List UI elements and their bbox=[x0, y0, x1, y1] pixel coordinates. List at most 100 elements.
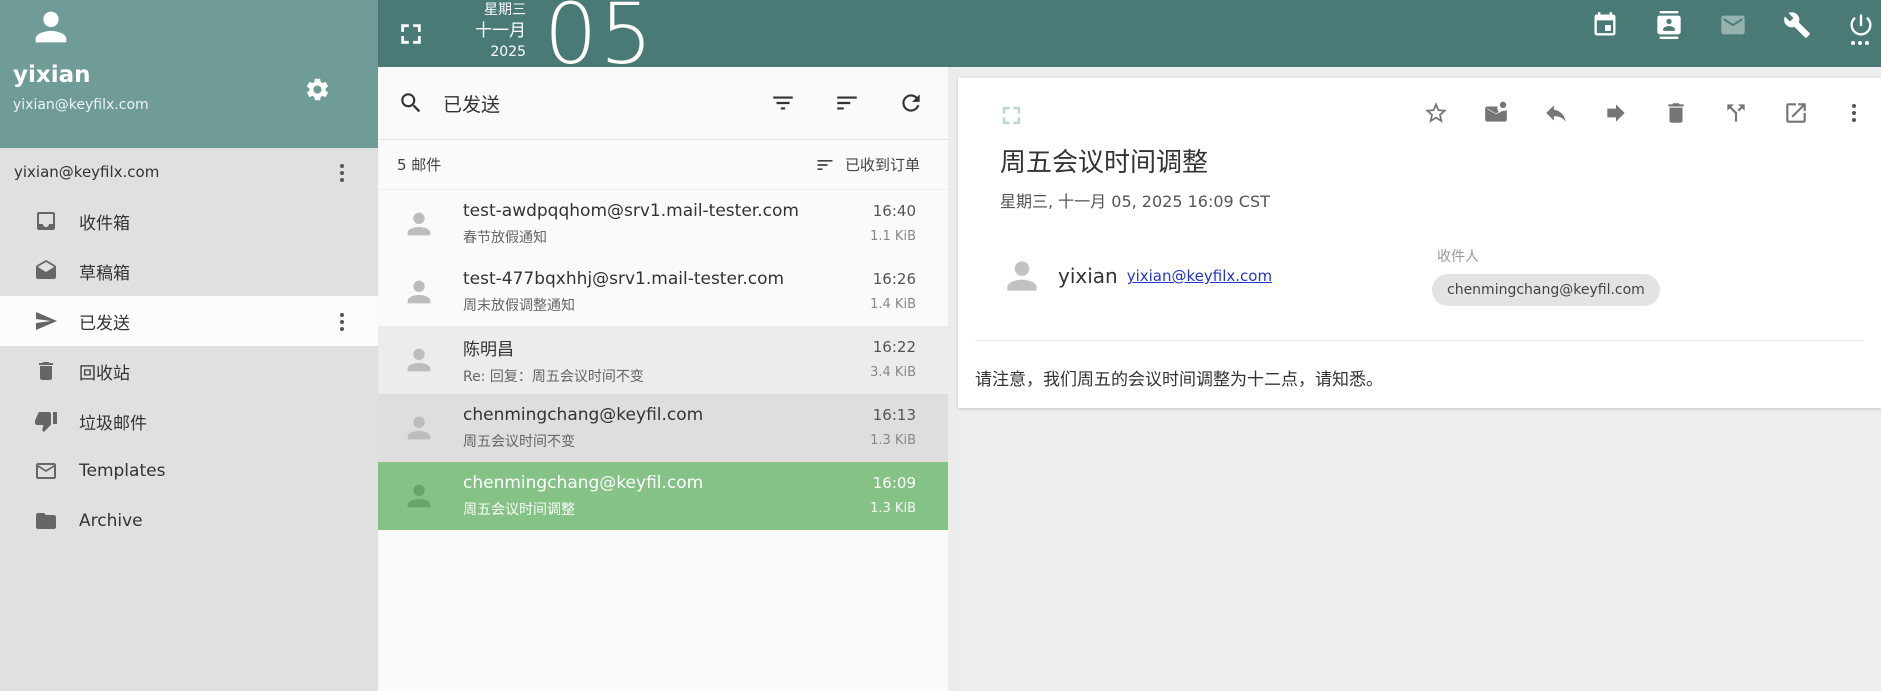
message-row[interactable]: chenmingchang@keyfil.com 周五会议时间不变 16:13 … bbox=[378, 394, 948, 462]
sidebar-item-archive[interactable]: Archive bbox=[0, 496, 378, 546]
message-rows: test-awdpqqhom@srv1.mail-tester.com 春节放假… bbox=[378, 190, 948, 530]
fullscreen-toggle-icon[interactable] bbox=[398, 21, 424, 47]
folder-label: 回收站 bbox=[79, 359, 130, 384]
message-time: 16:26 bbox=[870, 270, 916, 288]
message-row[interactable]: test-awdpqqhom@srv1.mail-tester.com 春节放假… bbox=[378, 190, 948, 258]
message-row[interactable]: 陈明昌 Re: 回复：周五会议时间不变 16:22 3.4 KiB bbox=[378, 326, 948, 394]
folder-sidebar: yixian@keyfilx.com 收件箱 草稿箱 已发送 回收站 垃圾邮件 bbox=[0, 148, 378, 691]
folder-label: 垃圾邮件 bbox=[79, 409, 147, 434]
sidebar-account-email: yixian@keyfilx.com bbox=[14, 163, 159, 181]
sidebar-item-junk[interactable]: 垃圾邮件 bbox=[0, 396, 378, 446]
folder-label: 已发送 bbox=[79, 309, 130, 334]
folder-label: 草稿箱 bbox=[79, 259, 130, 284]
sidebar-item-templates[interactable]: Templates bbox=[0, 446, 378, 496]
message-time: 16:13 bbox=[870, 406, 916, 424]
sender-avatar-icon bbox=[402, 275, 436, 309]
date-day: 05 bbox=[544, 0, 655, 76]
sidebar-item-trash[interactable]: 回收站 bbox=[0, 346, 378, 396]
account-menu-icon[interactable] bbox=[336, 160, 348, 186]
filter-icon[interactable] bbox=[770, 90, 796, 116]
sender-block: yixian yixian@keyfilx.com bbox=[1000, 254, 1272, 298]
sender-avatar-icon bbox=[402, 343, 436, 377]
header-divider bbox=[975, 340, 1863, 341]
recipient-chip[interactable]: chenmingchang@keyfil.com bbox=[1432, 274, 1660, 306]
message-subject: 周末放假调整通知 bbox=[463, 295, 784, 315]
sort-order-button[interactable]: 已收到订单 bbox=[815, 154, 920, 175]
mark-unread-icon[interactable] bbox=[1483, 100, 1509, 126]
sort-order-label: 已收到订单 bbox=[845, 154, 920, 175]
date-month: 十一月 bbox=[430, 20, 526, 43]
list-header: 已发送 bbox=[378, 67, 960, 140]
message-subject: 春节放假通知 bbox=[463, 227, 799, 247]
thread-split-icon[interactable] bbox=[1723, 100, 1749, 126]
message-date: 星期三, 十一月 05, 2025 16:09 CST bbox=[1000, 188, 1270, 212]
message-size: 1.1 KiB bbox=[870, 229, 916, 244]
trash-icon bbox=[34, 359, 58, 383]
sidebar-item-inbox[interactable]: 收件箱 bbox=[0, 196, 378, 246]
junk-icon bbox=[34, 409, 58, 433]
sort-icon[interactable] bbox=[834, 90, 860, 116]
recipient-label: 收件人 bbox=[1437, 246, 1479, 266]
message-sender: test-477bqxhhj@srv1.mail-tester.com bbox=[463, 269, 784, 289]
calendar-icon[interactable] bbox=[1591, 11, 1619, 39]
reply-icon[interactable] bbox=[1543, 100, 1569, 126]
reader-pane-background: 周五会议时间调整 星期三, 十一月 05, 2025 16:09 CST 收件人… bbox=[958, 67, 1881, 691]
list-header-actions bbox=[770, 90, 924, 116]
message-row[interactable]: test-477bqxhhj@srv1.mail-tester.com 周末放假… bbox=[378, 258, 948, 326]
sender-avatar-icon bbox=[1000, 254, 1044, 298]
current-folder-title[interactable]: 已发送 bbox=[443, 90, 500, 117]
date-weekday: 星期三 bbox=[430, 1, 526, 20]
logout-icon[interactable] bbox=[1847, 11, 1875, 39]
sort-order-icon bbox=[815, 155, 835, 175]
folder-label: Archive bbox=[79, 511, 143, 531]
sender-email-link[interactable]: yixian@keyfilx.com bbox=[1127, 267, 1272, 285]
mail-app-icon[interactable] bbox=[1719, 11, 1747, 39]
sidebar-item-drafts[interactable]: 草稿箱 bbox=[0, 246, 378, 296]
message-sender: chenmingchang@keyfil.com bbox=[463, 473, 703, 493]
user-avatar-icon bbox=[28, 4, 74, 50]
message-sender: 陈明昌 bbox=[463, 335, 644, 360]
folder-label: Templates bbox=[79, 461, 165, 481]
message-row-selected[interactable]: chenmingchang@keyfil.com 周五会议时间调整 16:09 … bbox=[378, 462, 948, 530]
message-fullscreen-icon[interactable] bbox=[1000, 104, 1023, 127]
message-time: 16:40 bbox=[870, 202, 916, 220]
sender-avatar-icon bbox=[402, 411, 436, 445]
message-sender: chenmingchang@keyfil.com bbox=[463, 405, 703, 425]
contacts-icon[interactable] bbox=[1655, 11, 1683, 39]
open-in-new-icon[interactable] bbox=[1783, 100, 1809, 126]
folder-menu-icon[interactable] bbox=[336, 309, 348, 335]
topbar-date: 星期三 十一月 2025 bbox=[430, 1, 526, 62]
star-icon[interactable] bbox=[1423, 100, 1449, 126]
message-more-icon[interactable] bbox=[1843, 102, 1865, 124]
message-time: 16:09 bbox=[870, 474, 916, 492]
message-size: 1.4 KiB bbox=[870, 297, 916, 312]
inbox-icon bbox=[34, 209, 58, 233]
admin-settings-icon[interactable] bbox=[1783, 11, 1811, 39]
message-body: 请注意，我们周五的会议时间调整为十二点，请知悉。 bbox=[975, 365, 1383, 390]
sender-avatar-icon bbox=[402, 479, 436, 513]
message-subject: Re: 回复：周五会议时间不变 bbox=[463, 366, 644, 386]
account-email: yixian@keyfilx.com bbox=[13, 97, 149, 113]
message-subject: 周五会议时间调整 bbox=[463, 499, 703, 519]
sidebar-item-sent[interactable]: 已发送 bbox=[0, 296, 378, 346]
forward-icon[interactable] bbox=[1603, 100, 1629, 126]
message-size: 1.3 KiB bbox=[870, 501, 916, 516]
message-size: 3.4 KiB bbox=[870, 365, 916, 380]
message-count: 5 邮件 bbox=[397, 154, 441, 175]
account-name: yixian bbox=[13, 62, 91, 88]
folder-icon bbox=[34, 509, 58, 533]
sender-avatar-icon bbox=[402, 207, 436, 241]
logout-dots bbox=[1851, 41, 1869, 45]
account-panel: yixian yixian@keyfilx.com bbox=[0, 0, 378, 148]
delete-icon[interactable] bbox=[1663, 100, 1689, 126]
list-subheader: 5 邮件 已收到订单 bbox=[378, 140, 960, 190]
gear-icon[interactable] bbox=[304, 76, 331, 103]
sidebar-account-row[interactable]: yixian@keyfilx.com bbox=[0, 148, 378, 196]
refresh-icon[interactable] bbox=[898, 90, 924, 116]
search-icon[interactable] bbox=[398, 90, 424, 116]
message-subject-title: 周五会议时间调整 bbox=[1000, 142, 1208, 179]
sender-name: yixian bbox=[1058, 264, 1118, 288]
message-size: 1.3 KiB bbox=[870, 433, 916, 448]
drafts-icon bbox=[34, 259, 58, 283]
date-year: 2025 bbox=[430, 43, 526, 62]
